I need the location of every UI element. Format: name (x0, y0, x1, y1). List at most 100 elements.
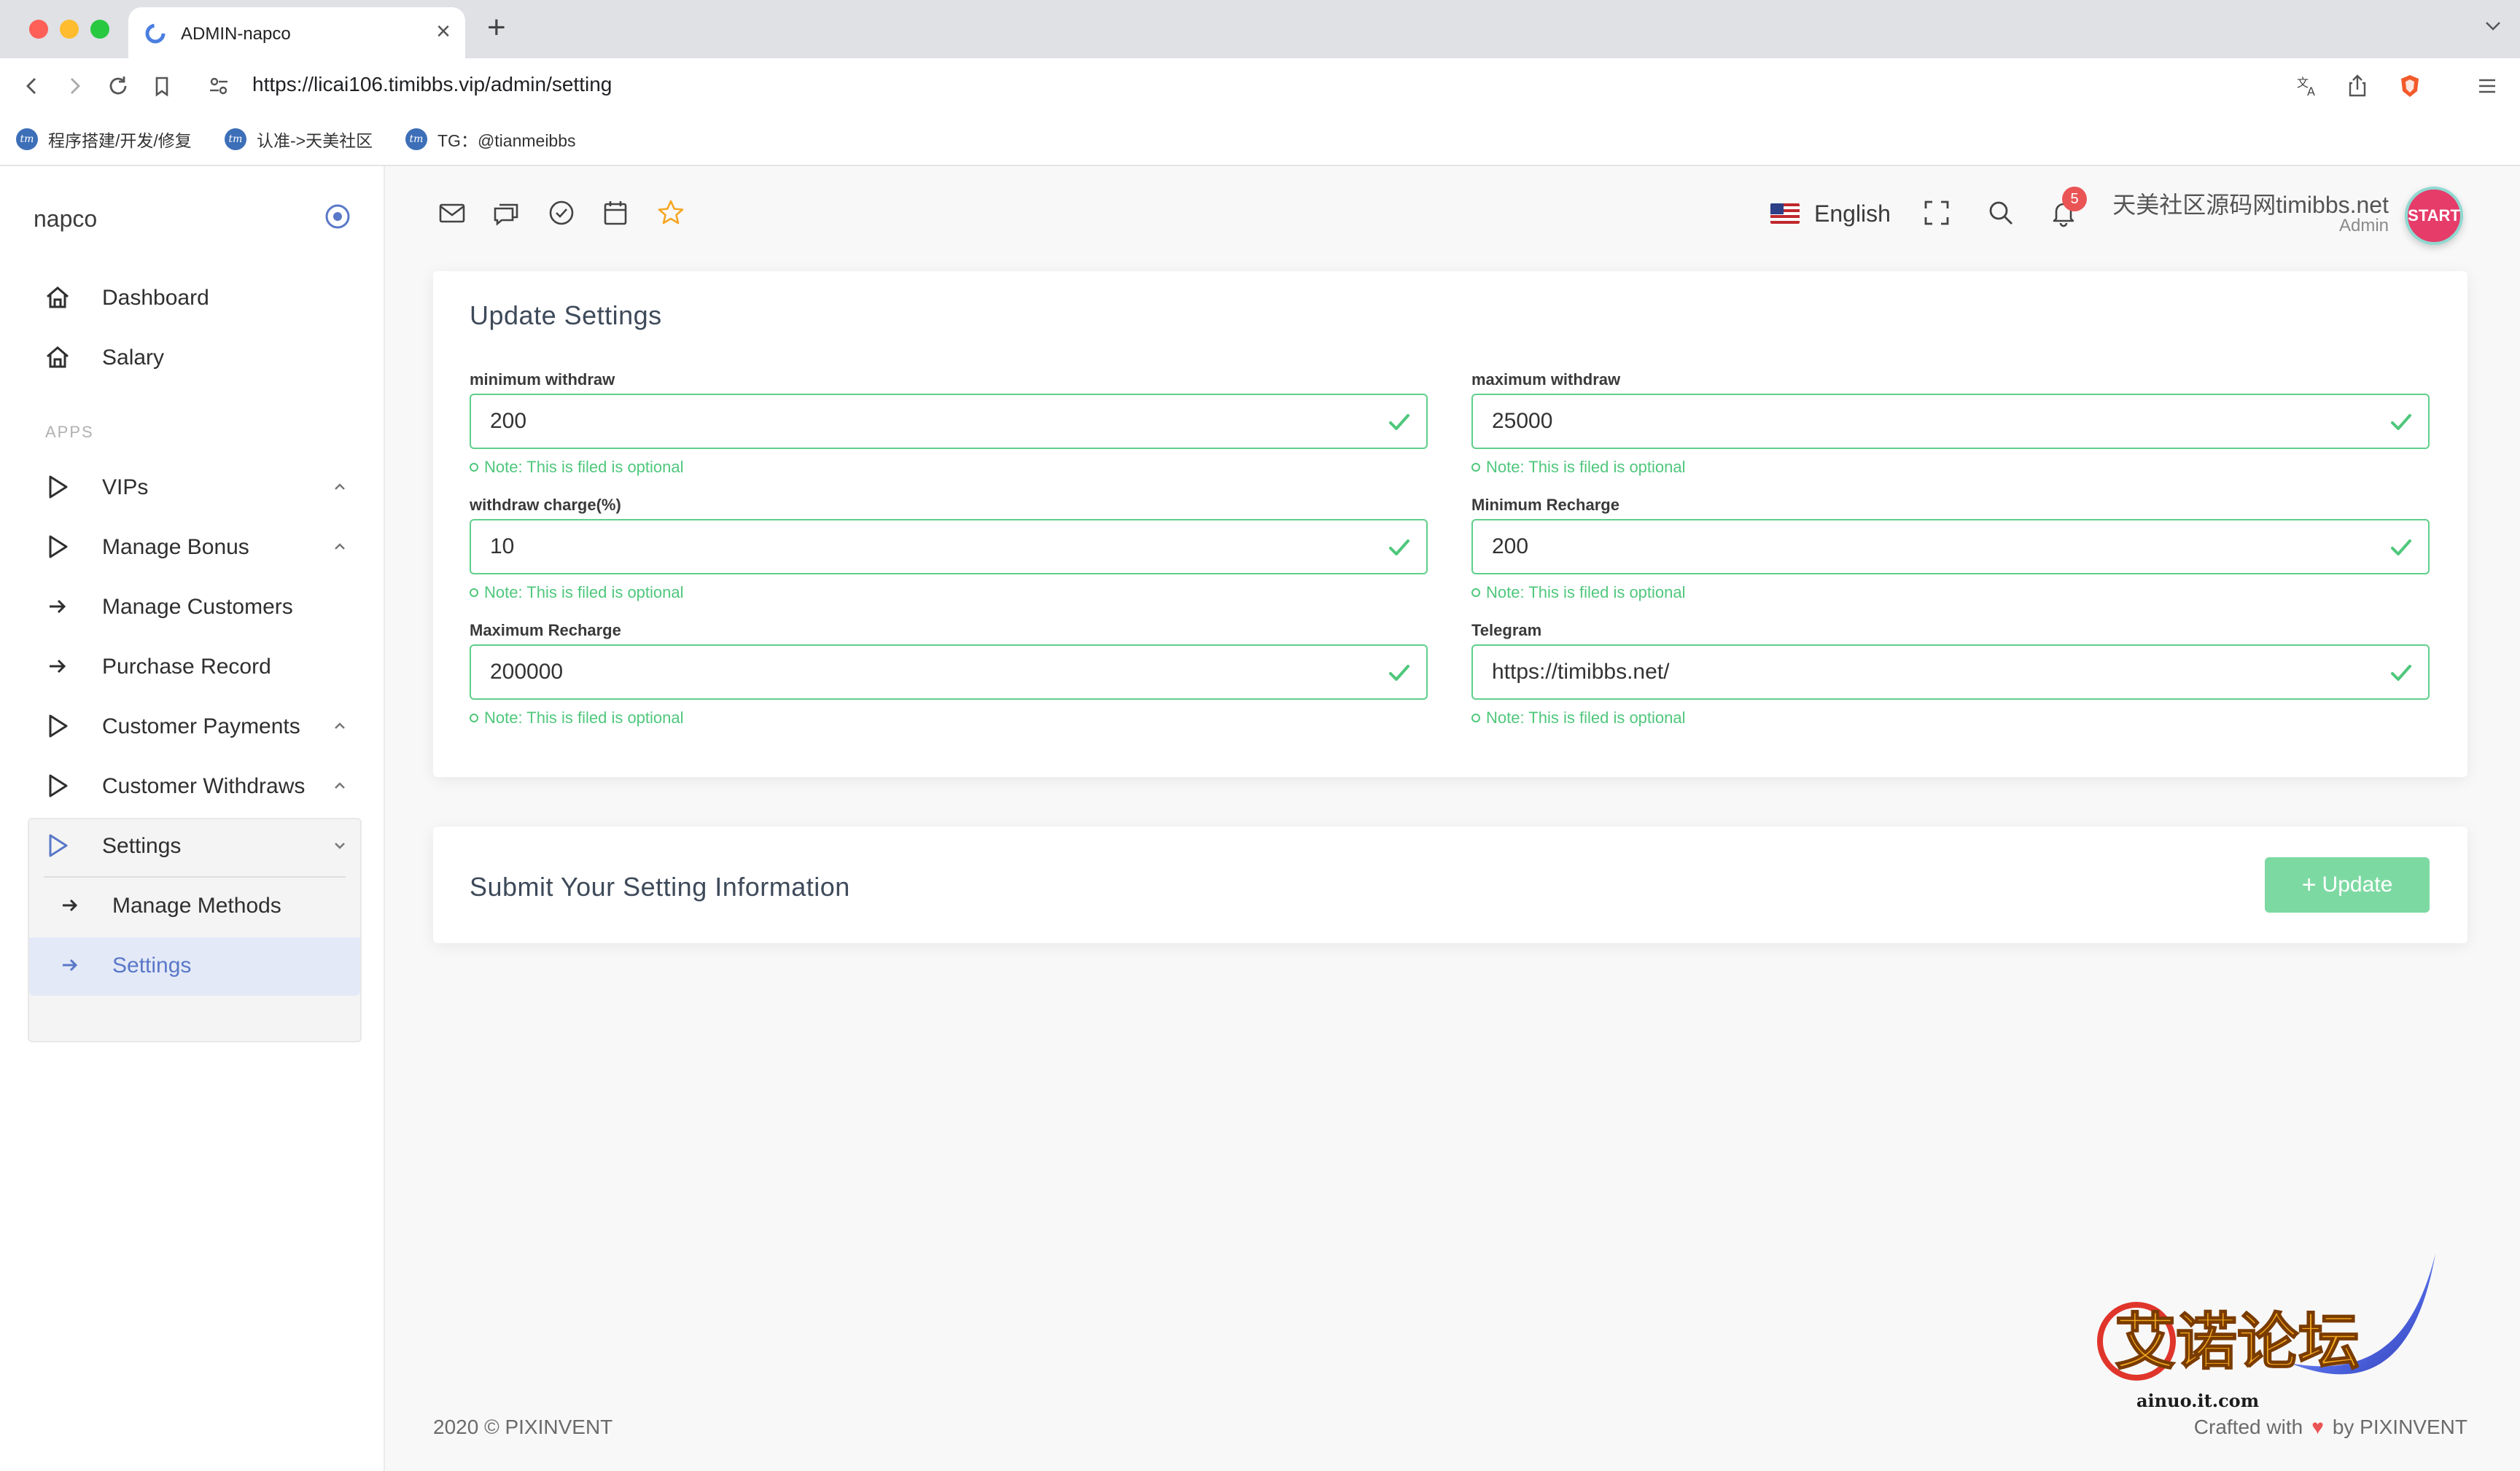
language-label: English (1814, 200, 1891, 227)
checkmark-icon (1389, 539, 1409, 555)
sidebar-item-label: Settings (112, 953, 192, 978)
withdraw-charge-input[interactable] (472, 522, 1362, 571)
bookmark-label: 程序搭建/开发/修复 (48, 131, 192, 150)
menu-icon[interactable] (2473, 72, 2501, 100)
field-note: Note: This is filed is optional (470, 458, 1428, 477)
reload-icon[interactable] (105, 73, 131, 99)
note-dot-icon (1471, 588, 1480, 597)
input-wrapper (1471, 394, 2430, 449)
notification-badge: 5 (2062, 187, 2087, 211)
sidebar-item-dashboard[interactable]: Dashboard (29, 270, 362, 325)
sidebar-item-vips[interactable]: VIPs (29, 459, 362, 515)
note-dot-icon (470, 588, 478, 597)
sidebar-item-customer-withdraws[interactable]: Customer Withdraws (29, 758, 362, 813)
sidebar-item-label: Customer Payments (102, 714, 300, 738)
note-text: Note: This is filed is optional (1486, 458, 1686, 476)
address-bar-url[interactable]: https://licai106.timibbs.vip/admin/setti… (252, 73, 612, 96)
fullscreen-icon[interactable] (1922, 198, 1951, 227)
min-withdraw-input[interactable] (472, 397, 1362, 446)
maximize-window-button[interactable] (90, 20, 109, 39)
sidebar-toggle-icon[interactable] (324, 203, 351, 230)
sidebar-item-customer-payments[interactable]: Customer Payments (29, 698, 362, 754)
star-icon[interactable] (656, 198, 685, 227)
section-label-apps: APPS (45, 423, 94, 441)
tm-logo-icon: tm (16, 128, 38, 150)
field-note: Note: This is filed is optional (470, 709, 1428, 727)
max-withdraw-input[interactable] (1474, 397, 2364, 446)
new-tab-button[interactable]: + (487, 12, 506, 44)
bookmark-item[interactable]: tm TG：@tianmeibbs (405, 127, 576, 152)
sidebar-item-label: VIPs (102, 475, 149, 499)
field-label: Minimum Recharge (1471, 496, 1619, 514)
bookmark-item[interactable]: tm 认准->天美社区 (225, 127, 373, 152)
field-note: Note: This is filed is optional (1471, 458, 2430, 477)
chevron-up-icon (335, 483, 345, 490)
back-arrow-icon[interactable] (19, 73, 45, 99)
browser-tab[interactable]: ADMIN-napco × (128, 7, 465, 58)
forward-arrow-icon[interactable] (61, 73, 88, 99)
brave-shield-icon[interactable] (2396, 72, 2424, 100)
arrow-right-icon (50, 599, 66, 614)
watermark-text: 艾诺论坛 (2115, 1306, 2360, 1378)
input-wrapper (470, 394, 1428, 449)
site-favicon-icon (145, 23, 166, 44)
play-icon (49, 475, 68, 499)
chevron-up-icon (335, 782, 345, 789)
max-recharge-field: Maximum Recharge Note: This is filed is … (470, 621, 1428, 727)
chat-icon[interactable] (491, 198, 521, 227)
arrow-right-icon (63, 899, 78, 912)
bookmarks-bar: tm 程序搭建/开发/修复 tm 认准->天美社区 tm TG：@tianmei… (0, 114, 2520, 166)
input-wrapper (470, 519, 1428, 574)
update-button[interactable]: + Update (2265, 857, 2430, 913)
search-icon[interactable] (1986, 198, 2015, 227)
field-label: minimum withdraw (470, 370, 615, 389)
sidebar-item-salary[interactable]: Salary (29, 329, 362, 385)
ainuo-watermark-logo: 艾诺论坛 ainuo.it.com (2097, 1254, 2435, 1411)
telegram-input[interactable] (1474, 647, 2364, 697)
note-dot-icon (1471, 463, 1480, 472)
sidebar-item-manage-methods[interactable]: Manage Methods (29, 878, 362, 933)
avatar[interactable]: START (2405, 187, 2463, 245)
translate-icon[interactable]: 文 A (2294, 72, 2322, 100)
tab-title: ADMIN-napco (181, 24, 291, 44)
note-text: Note: This is filed is optional (484, 709, 684, 727)
chevron-up-icon (335, 722, 345, 729)
min-recharge-input[interactable] (1474, 522, 2364, 571)
tab-close-icon[interactable]: × (436, 19, 451, 44)
sidebar-item-manage-customers[interactable]: Manage Customers (29, 579, 362, 634)
arrow-right-icon (50, 659, 66, 674)
plus-icon: + (2301, 871, 2317, 899)
sidebar-item-label: Manage Bonus (102, 535, 249, 559)
tm-logo-icon: tm (225, 128, 246, 150)
field-note: Note: This is filed is optional (470, 583, 1428, 602)
mail-icon[interactable] (438, 198, 467, 227)
field-label: withdraw charge(%) (470, 496, 621, 514)
note-text: Note: This is filed is optional (484, 583, 684, 601)
share-icon[interactable] (2344, 72, 2371, 100)
check-circle-icon[interactable] (547, 198, 576, 227)
card-title: Update Settings (470, 300, 662, 330)
min-recharge-field: Minimum Recharge Note: This is filed is … (1471, 496, 2430, 602)
minimize-window-button[interactable] (60, 20, 79, 39)
brand-name[interactable]: napco (34, 206, 97, 233)
sidebar-item-manage-bonus[interactable]: Manage Bonus (29, 519, 362, 574)
sidebar-item-purchase-record[interactable]: Purchase Record (29, 639, 362, 694)
bookmark-item[interactable]: tm 程序搭建/开发/修复 (16, 127, 192, 152)
sidebar: napco Dashboard Salary APPS VIPs Manage … (0, 166, 385, 1471)
note-text: Note: This is filed is optional (1486, 583, 1686, 601)
sidebar-item-settings-sub[interactable]: Settings (29, 937, 360, 996)
site-settings-icon[interactable] (206, 73, 232, 99)
close-window-button[interactable] (29, 20, 48, 39)
browser-tab-bar: ADMIN-napco × + (0, 0, 2520, 58)
language-selector[interactable]: English (1770, 199, 1891, 228)
submit-card-title: Submit Your Setting Information (470, 872, 850, 902)
home-icon (47, 346, 69, 368)
tab-list-chevron-icon[interactable] (2482, 15, 2504, 36)
note-dot-icon (470, 714, 478, 722)
telegram-field: Telegram Note: This is filed is optional (1471, 621, 2430, 727)
max-recharge-input[interactable] (472, 647, 1362, 697)
calendar-icon[interactable] (601, 198, 630, 227)
sidebar-item-settings[interactable]: Settings (29, 818, 362, 873)
arrow-right-icon (63, 959, 78, 972)
bookmark-icon[interactable] (149, 73, 175, 99)
